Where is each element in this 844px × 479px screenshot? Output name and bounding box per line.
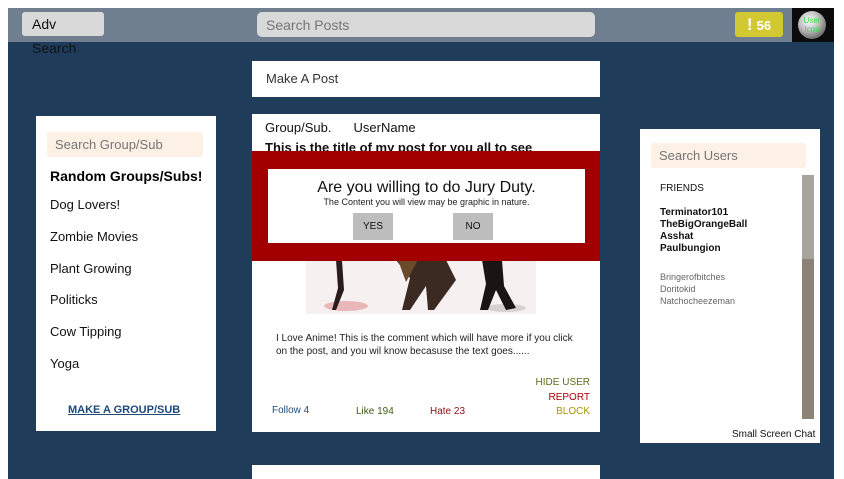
groups-panel: Random Groups/Subs! Dog Lovers! Zombie M…	[36, 116, 216, 431]
group-item[interactable]: Plant Growing	[50, 261, 132, 276]
adv-search-button[interactable]: Adv Search	[22, 12, 104, 56]
search-posts-input[interactable]	[257, 12, 595, 37]
friends-label: FRIENDS	[660, 183, 704, 194]
post-image[interactable]	[306, 260, 536, 314]
hide-user-link[interactable]: HIDE USER	[536, 377, 590, 388]
avatar-label-line1: User	[803, 16, 821, 25]
make-post-button[interactable]: Make A Post	[252, 61, 600, 97]
group-item[interactable]: Cow Tipping	[50, 324, 122, 339]
users-panel: FRIENDS Terminator101 TheBigOrangeBall A…	[640, 129, 820, 443]
group-item[interactable]: Yoga	[50, 356, 79, 371]
online-friends-list: Terminator101 TheBigOrangeBall Asshat Pa…	[660, 207, 747, 255]
friends-scrollbar-thumb[interactable]	[802, 175, 814, 259]
search-users-input[interactable]	[651, 143, 806, 168]
avatar[interactable]: User Icon	[798, 11, 826, 39]
notification-count: 56	[756, 18, 772, 33]
post-username-link[interactable]: UserName	[354, 120, 416, 135]
jury-no-button[interactable]: NO	[453, 213, 493, 240]
block-link[interactable]: BLOCK	[556, 406, 590, 417]
like-button[interactable]: Like 194	[356, 406, 394, 417]
offline-friends-list: Bringerofbitches Doritokid Natchocheezem…	[660, 271, 735, 307]
friend-item[interactable]: Asshat	[660, 231, 747, 243]
hate-button[interactable]: Hate 23	[430, 406, 465, 417]
friend-item[interactable]: Bringerofbitches	[660, 271, 735, 283]
jury-title: Are you willing to do Jury Duty.	[317, 179, 536, 196]
post-meta: Group/Sub. UserName	[265, 120, 416, 135]
group-item[interactable]: Zombie Movies	[50, 229, 138, 244]
jury-duty-dialog: Are you willing to do Jury Duty. The Con…	[268, 169, 585, 243]
avatar-label-line2: Icon	[804, 25, 820, 34]
user-avatar-container[interactable]: User Icon	[792, 8, 834, 42]
page-right-edge	[834, 42, 844, 479]
small-screen-chat-link[interactable]: Small Screen Chat	[732, 429, 815, 440]
make-group-link[interactable]: MAKE A GROUP/SUB	[68, 404, 180, 416]
follow-button[interactable]: Follow 4	[272, 405, 309, 416]
friend-item[interactable]: Doritokid	[660, 283, 735, 295]
jury-subtitle: The Content you will view may be graphic…	[323, 197, 530, 207]
notifications-badge[interactable]: ! 56	[735, 12, 783, 37]
groups-heading: Random Groups/Subs!	[50, 168, 203, 184]
friend-item[interactable]: Natchocheezeman	[660, 295, 735, 307]
alert-icon: !	[746, 15, 753, 34]
jury-yes-button[interactable]: YES	[353, 213, 393, 240]
friend-item[interactable]: TheBigOrangeBall	[660, 219, 747, 231]
report-link[interactable]: REPORT	[549, 392, 591, 403]
next-post-card	[252, 465, 600, 479]
friend-item[interactable]: Paulbungion	[660, 243, 747, 255]
post-comment: I Love Anime! This is the comment which …	[276, 333, 573, 357]
search-group-input[interactable]	[47, 132, 203, 157]
make-post-label: Make A Post	[266, 71, 339, 86]
group-item[interactable]: Politicks	[50, 292, 98, 307]
post-group-link[interactable]: Group/Sub.	[265, 120, 332, 135]
friend-item[interactable]: Terminator101	[660, 207, 747, 219]
group-item[interactable]: Dog Lovers!	[50, 197, 120, 212]
image-shadow	[324, 301, 368, 311]
